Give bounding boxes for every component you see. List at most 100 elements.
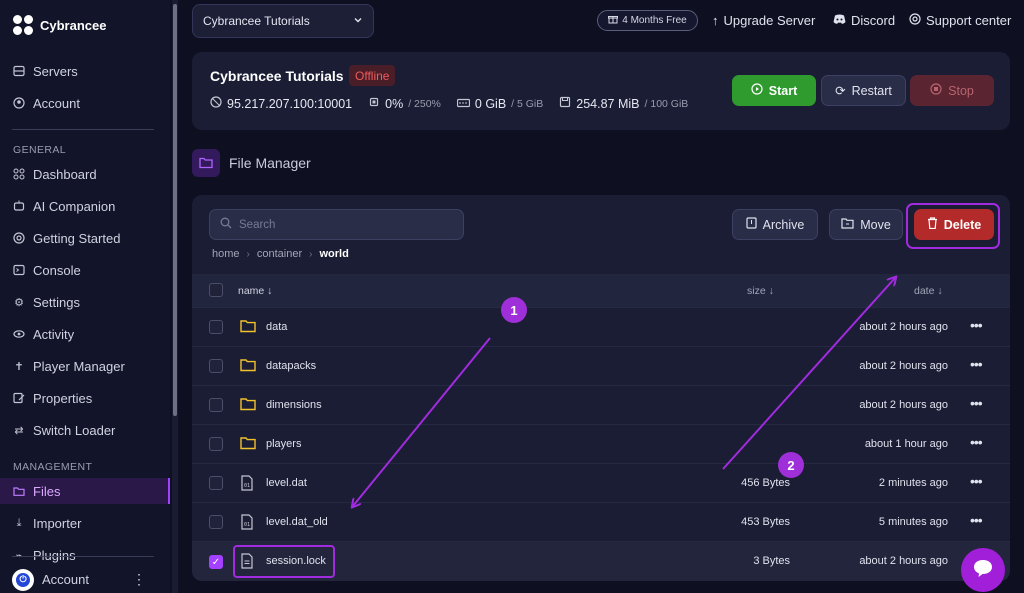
table-row[interactable]: 01 level.dat 456 Bytes 2 minutes ago •••: [192, 463, 1010, 502]
upgrade-label: Upgrade Server: [723, 13, 816, 28]
row-checkbox-checked[interactable]: ✓: [209, 555, 223, 569]
start-button[interactable]: Start: [732, 75, 816, 106]
sidebar-item-label: Plugins: [33, 547, 76, 563]
more-horizontal-icon[interactable]: •••: [970, 434, 983, 450]
cpu-icon: [368, 96, 380, 111]
row-checkbox[interactable]: [209, 476, 223, 490]
column-size[interactable]: size ↓: [747, 285, 774, 297]
row-checkbox[interactable]: [209, 398, 223, 412]
memory-stat: 0 GiB / 5 GiB: [456, 97, 543, 111]
chevron-right-icon: ›: [309, 248, 313, 260]
chat-launcher-button[interactable]: [961, 548, 1005, 592]
sidebar-item-label: Settings: [33, 294, 80, 310]
sidebar-item-plugins[interactable]: ⌁ Plugins: [0, 542, 170, 568]
column-name[interactable]: name ↓: [238, 285, 272, 297]
file-name[interactable]: datapacks: [266, 360, 316, 372]
move-button[interactable]: Move: [829, 209, 903, 240]
server-name: Cybrancee Tutorials: [210, 68, 344, 84]
sidebar-item-switch-loader[interactable]: ⇄ Switch Loader: [0, 417, 170, 443]
search-box[interactable]: [209, 209, 464, 240]
upgrade-server-link[interactable]: ↑ Upgrade Server: [712, 13, 815, 28]
archive-button[interactable]: Archive: [732, 209, 818, 240]
sidebar-item-importer[interactable]: ⤓ Importer: [0, 510, 170, 536]
file-date: about 2 hours ago: [859, 555, 948, 567]
more-horizontal-icon[interactable]: •••: [970, 317, 983, 333]
breadcrumb-container[interactable]: container: [257, 248, 302, 260]
select-all-checkbox[interactable]: [209, 283, 223, 297]
more-horizontal-icon[interactable]: •••: [970, 395, 983, 411]
search-icon: [220, 216, 232, 234]
disk-icon: [559, 96, 571, 111]
table-row[interactable]: players about 1 hour ago •••: [192, 424, 1010, 463]
power-icon: ⏻: [16, 572, 30, 587]
stop-button[interactable]: Stop: [910, 75, 994, 106]
sidebar-item-properties[interactable]: Properties: [0, 385, 170, 411]
cpu-stat: 0% / 250%: [368, 96, 441, 111]
sidebar-item-label: Player Manager: [33, 358, 125, 374]
more-vertical-icon[interactable]: ⋮: [132, 571, 146, 588]
more-horizontal-icon[interactable]: •••: [970, 356, 983, 372]
file-name[interactable]: players: [266, 438, 301, 450]
brand-logo[interactable]: Cybrancee: [12, 14, 106, 36]
row-checkbox[interactable]: [209, 359, 223, 373]
file-date: 5 minutes ago: [878, 516, 948, 528]
sidebar-account-footer[interactable]: ⏻ Account ⋮: [0, 566, 170, 593]
server-select[interactable]: Cybrancee Tutorials: [192, 4, 374, 38]
scrollbar-thumb[interactable]: [173, 4, 177, 416]
file-name[interactable]: level.dat_old: [266, 516, 328, 528]
sidebar: Cybrancee Servers Account GENERAL Dashbo…: [0, 0, 170, 593]
sidebar-item-ai-companion[interactable]: AI Companion: [0, 193, 170, 219]
archive-label: Archive: [762, 217, 805, 232]
promo-badge[interactable]: 4 Months Free: [597, 10, 698, 31]
sidebar-item-files[interactable]: Files: [0, 478, 170, 504]
file-panel: Archive Move Delete home › container › w…: [192, 195, 1010, 581]
disk-value: 254.87 MiB: [576, 96, 640, 111]
table-row[interactable]: datapacks about 2 hours ago •••: [192, 346, 1010, 385]
disk-limit: / 100 GiB: [644, 97, 689, 110]
restart-button[interactable]: ⟳ Restart: [821, 75, 906, 106]
lifebuoy-icon: [909, 13, 921, 28]
breadcrumb-home[interactable]: home: [212, 248, 240, 260]
svg-text:01: 01: [244, 522, 250, 528]
terminal-icon: [13, 264, 25, 276]
sidebar-item-player-manager[interactable]: ✝ Player Manager: [0, 353, 170, 379]
file-date: about 2 hours ago: [859, 399, 948, 411]
sidebar-item-getting-started[interactable]: Getting Started: [0, 225, 170, 251]
search-input[interactable]: [239, 218, 449, 231]
more-horizontal-icon[interactable]: •••: [970, 512, 983, 528]
file-binary-icon: 01: [240, 475, 256, 491]
table-row[interactable]: data about 2 hours ago •••: [192, 307, 1010, 346]
sidebar-item-account[interactable]: Account: [0, 90, 170, 116]
support-center-link[interactable]: Support center: [909, 13, 1011, 28]
delete-label: Delete: [943, 217, 982, 232]
logo-icon: [12, 14, 34, 36]
brand-name: Cybrancee: [40, 17, 107, 33]
column-date[interactable]: date ↓: [914, 285, 943, 297]
delete-button[interactable]: Delete: [914, 209, 994, 240]
more-horizontal-icon[interactable]: •••: [970, 473, 983, 489]
discord-link[interactable]: Discord: [833, 13, 895, 28]
row-checkbox[interactable]: [209, 515, 223, 529]
file-name[interactable]: data: [266, 321, 287, 333]
folder-icon: [240, 358, 256, 374]
chevron-right-icon: ›: [246, 248, 250, 260]
sidebar-item-activity[interactable]: Activity: [0, 321, 170, 347]
file-name[interactable]: dimensions: [266, 399, 322, 411]
table-row[interactable]: dimensions about 2 hours ago •••: [192, 385, 1010, 424]
file-size: 456 Bytes: [741, 477, 790, 489]
sidebar-item-label: Files: [33, 483, 61, 499]
svg-text:01: 01: [244, 483, 250, 489]
status-badge: Offline: [349, 65, 396, 86]
sidebar-item-servers[interactable]: Servers: [0, 58, 170, 84]
sidebar-item-settings[interactable]: ⚙ Settings: [0, 289, 170, 315]
file-name[interactable]: level.dat: [266, 477, 307, 489]
sidebar-scrollbar[interactable]: [172, 0, 178, 593]
row-checkbox[interactable]: [209, 320, 223, 334]
move-label: Move: [860, 217, 891, 232]
sidebar-item-dashboard[interactable]: Dashboard: [0, 161, 170, 187]
folder-icon: [192, 149, 220, 177]
table-row[interactable]: 01 level.dat_old 453 Bytes 5 minutes ago…: [192, 502, 1010, 541]
sidebar-item-label: Properties: [33, 390, 93, 406]
sidebar-item-console[interactable]: Console: [0, 257, 170, 283]
row-checkbox[interactable]: [209, 437, 223, 451]
